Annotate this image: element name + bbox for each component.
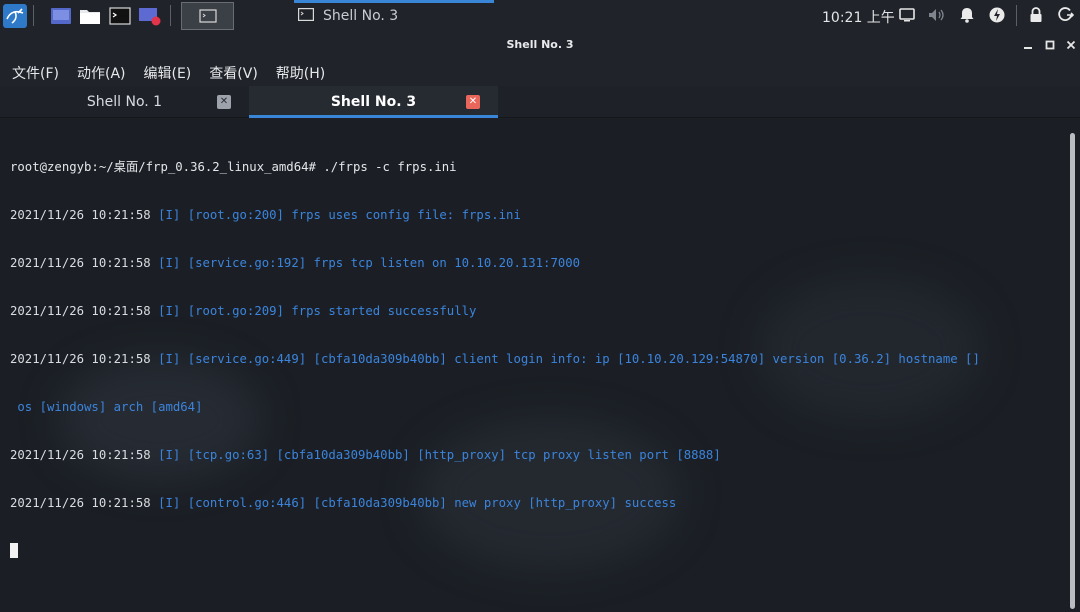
power-manager-icon[interactable]	[987, 5, 1007, 25]
window-titlebar[interactable]: Shell No. 3	[0, 31, 1080, 60]
tab-bar: Shell No. 1 ✕ Shell No. 3 ✕	[0, 86, 1080, 118]
log-line: 2021/11/26 10:21:58 [I] [root.go:200] fr…	[10, 207, 1065, 223]
tab-label: Shell No. 3	[330, 94, 417, 110]
display-icon[interactable]	[897, 5, 917, 25]
taskbar-item-label: Shell No. 3	[323, 7, 399, 24]
taskbar-item-shell[interactable]: Shell No. 3	[294, 0, 494, 31]
text-cursor	[10, 543, 18, 558]
menu-bar: 文件(F) 动作(A) 编辑(E) 查看(V) 帮助(H)	[0, 60, 1080, 86]
panel-separator	[1016, 5, 1017, 26]
menu-file[interactable]: 文件(F)	[12, 63, 59, 83]
log-timestamp: 2021/11/26 10:21:58	[10, 208, 151, 222]
log-message: [I] [service.go:449] [cbfa10da309b40bb] …	[158, 352, 980, 366]
log-timestamp: 2021/11/26 10:21:58	[10, 352, 151, 366]
window-title: Shell No. 3	[506, 38, 574, 51]
log-line-continuation: os [windows] arch [amd64]	[10, 399, 1065, 415]
lock-icon[interactable]	[1026, 5, 1046, 25]
log-timestamp: 2021/11/26 10:21:58	[10, 256, 151, 270]
menu-actions[interactable]: 动作(A)	[77, 63, 126, 83]
prompt-line: root@zengyb:~/桌面/frp_0.36.2_linux_amd64#…	[10, 160, 457, 174]
panel-separator	[170, 5, 171, 26]
tab-close-icon[interactable]: ✕	[217, 95, 231, 109]
tab-close-icon[interactable]: ✕	[466, 95, 480, 109]
close-icon[interactable]	[1064, 38, 1078, 52]
log-timestamp: 2021/11/26 10:21:58	[10, 448, 151, 462]
tab-shell-1[interactable]: Shell No. 1 ✕	[0, 86, 249, 118]
clock[interactable]: 10:21 上午	[822, 7, 895, 27]
log-line: 2021/11/26 10:21:58 [I] [service.go:192]…	[10, 255, 1065, 271]
terminal-output[interactable]: root@zengyb:~/桌面/frp_0.36.2_linux_amd64#…	[0, 119, 1080, 612]
log-timestamp: 2021/11/26 10:21:58	[10, 496, 151, 510]
tab-shell-3[interactable]: Shell No. 3 ✕	[249, 86, 498, 118]
active-window-button[interactable]	[181, 2, 234, 30]
file-manager-icon[interactable]	[78, 3, 102, 28]
menu-edit[interactable]: 编辑(E)	[144, 63, 192, 83]
notification-bell-icon[interactable]	[957, 5, 977, 25]
maximize-icon[interactable]	[1043, 38, 1057, 52]
log-message: [I] [service.go:192] frps tcp listen on …	[158, 256, 581, 270]
tab-label: Shell No. 1	[86, 94, 163, 110]
logout-icon[interactable]	[1056, 5, 1076, 25]
log-message: [I] [control.go:446] [cbfa10da309b40bb] …	[158, 496, 677, 510]
log-line: 2021/11/26 10:21:58 [I] [root.go:209] fr…	[10, 303, 1065, 319]
terminal-text: root@zengyb:~/桌面/frp_0.36.2_linux_amd64#…	[10, 127, 1065, 591]
workspace-icon[interactable]	[49, 3, 73, 28]
log-line: 2021/11/26 10:21:58 [I] [control.go:446]…	[10, 495, 1065, 511]
menu-help[interactable]: 帮助(H)	[276, 63, 325, 83]
log-message: [I] [root.go:209] frps started successfu…	[158, 304, 477, 318]
scrollbar[interactable]	[1070, 133, 1075, 609]
terminal-launcher-icon[interactable]	[108, 3, 132, 28]
top-panel: Shell No. 3 10:21 上午	[0, 0, 1080, 31]
volume-icon[interactable]	[927, 5, 947, 25]
log-message: [I] [root.go:200] frps uses config file:…	[158, 208, 521, 222]
cursor-line	[10, 543, 1065, 559]
menu-view[interactable]: 查看(V)	[209, 63, 258, 83]
log-message: [I] [tcp.go:63] [cbfa10da309b40bb] [http…	[158, 448, 721, 462]
log-message: os [windows] arch [amd64]	[10, 400, 203, 414]
panel-separator	[33, 5, 34, 26]
log-line: 2021/11/26 10:21:58 [I] [tcp.go:63] [cbf…	[10, 447, 1065, 463]
terminal-icon	[298, 6, 315, 25]
log-line: 2021/11/26 10:21:58 [I] [service.go:449]…	[10, 351, 1065, 367]
minimize-icon[interactable]	[1021, 38, 1035, 52]
screen-recorder-icon[interactable]	[138, 3, 162, 28]
kali-menu-icon[interactable]	[2, 3, 28, 28]
log-timestamp: 2021/11/26 10:21:58	[10, 304, 151, 318]
